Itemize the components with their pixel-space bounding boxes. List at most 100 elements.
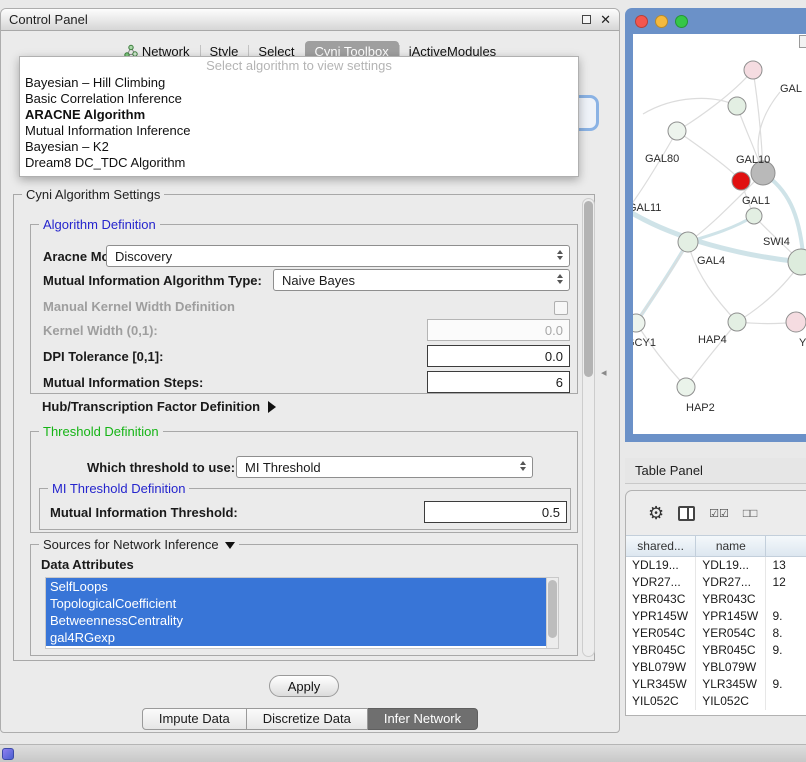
table-cell: YPR145W — [696, 608, 766, 625]
attribute-item-topologicalcoefficient[interactable]: TopologicalCoefficient — [46, 595, 546, 612]
mi-threshold-label: Mutual Information Threshold: — [50, 505, 238, 520]
zoom-traffic-light-icon[interactable] — [675, 15, 688, 28]
mi-steps-input[interactable]: 6 — [427, 371, 570, 393]
network-node[interactable] — [728, 313, 746, 331]
table-toolbar: ⚙ ☑☑ □□ — [626, 491, 806, 535]
mi-type-select[interactable]: Naive Bayes — [273, 269, 570, 291]
network-node[interactable] — [678, 232, 698, 252]
table-row[interactable]: YBL079WYBL079W — [626, 659, 806, 676]
bottom-tab-discretize-data[interactable]: Discretize Data — [247, 708, 368, 730]
hub-definition-toggle[interactable]: Hub/Transcription Factor Definition — [42, 399, 276, 414]
data-attributes-list-container: SelfLoopsTopologicalCoefficientBetweenne… — [45, 577, 559, 649]
network-node[interactable] — [668, 122, 686, 140]
network-edge[interactable] — [633, 131, 677, 209]
bottom-tab-infer-network[interactable]: Infer Network — [368, 708, 478, 730]
network-node[interactable] — [732, 172, 750, 190]
select-all-checkboxes-icon[interactable]: ☑☑ — [709, 507, 729, 520]
network-graph[interactable]: GAL80GAL10GAL11GAL1SWI4GAL4GCY1HAP4HAP2G… — [633, 34, 806, 434]
network-edge[interactable] — [636, 323, 686, 387]
column-header-shared-[interactable]: shared... — [626, 535, 696, 557]
dpi-tolerance-input[interactable]: 0.0 — [427, 345, 570, 367]
manual-kernel-checkbox[interactable] — [554, 301, 568, 315]
deselect-all-checkboxes-icon[interactable]: □□ — [743, 506, 758, 520]
algorithm-option-aracne-algorithm[interactable]: ARACNE Algorithm — [20, 107, 578, 123]
sources-title[interactable]: Sources for Network Inference — [39, 537, 239, 552]
control-panel-titlebar[interactable]: Control Panel ✕ — [1, 9, 619, 31]
network-node[interactable] — [788, 249, 806, 275]
list-scrollbar[interactable] — [546, 578, 558, 648]
node-table: shared...name YDL19...YDL19...13YDR27...… — [626, 535, 806, 715]
node-label-swi4: SWI4 — [763, 236, 790, 248]
table-cell: 8. — [766, 625, 806, 642]
desktop: Control Panel ✕ NetworkStyleSelectCyni T… — [0, 0, 806, 762]
attribute-item-gal4rgexp[interactable]: gal4RGexp — [46, 629, 546, 646]
float-window-icon[interactable] — [582, 15, 591, 24]
settings-scrollbar[interactable] — [582, 198, 595, 657]
algorithm-option-bayesian-hill-climbing[interactable]: Bayesian – Hill Climbing — [20, 75, 578, 91]
mi-type-value: Naive Bayes — [282, 273, 355, 288]
minimized-window-icon[interactable] — [2, 748, 14, 760]
settings-scrollbar-thumb[interactable] — [584, 201, 593, 377]
kernel-width-label: Kernel Width (0,1): — [43, 323, 158, 338]
table-cell: 9. — [766, 642, 806, 659]
network-edge[interactable] — [686, 322, 737, 387]
columns-icon[interactable] — [678, 506, 695, 521]
table-row[interactable]: YDR27...YDR27...12 — [626, 574, 806, 591]
table-cell: 9. — [766, 608, 806, 625]
table-row[interactable]: YLR345WYLR345W9. — [626, 676, 806, 693]
table-row[interactable]: YIL052CYIL052C — [626, 693, 806, 710]
list-scrollbar-thumb[interactable] — [548, 580, 557, 638]
network-edge[interactable] — [688, 216, 754, 242]
column-header-2[interactable] — [766, 535, 806, 557]
gear-icon[interactable]: ⚙ — [648, 504, 664, 522]
panel-collapse-handle[interactable]: ◂ — [601, 366, 607, 379]
network-edge[interactable] — [688, 173, 763, 242]
mi-threshold-title: MI Threshold Definition — [48, 481, 189, 496]
node-label-gal80: GAL80 — [645, 153, 679, 165]
kernel-width-input: 0.0 — [427, 319, 570, 341]
table-row[interactable]: YBR043CYBR043C — [626, 591, 806, 608]
network-node[interactable] — [744, 61, 762, 79]
table-cell: YBR043C — [696, 591, 766, 608]
table-row[interactable]: YPR145WYPR145W9. — [626, 608, 806, 625]
algorithm-option-dream8-dc-tdc-algorithm[interactable]: Dream8 DC_TDC Algorithm — [20, 155, 578, 171]
network-edge[interactable] — [643, 98, 737, 114]
table-row[interactable]: YBR045CYBR045C9. — [626, 642, 806, 659]
network-node[interactable] — [746, 208, 762, 224]
mi-threshold-input[interactable]: 0.5 — [424, 501, 567, 523]
node-label-y: Y — [799, 337, 806, 349]
attribute-item-betweennesscentrality[interactable]: BetweennessCentrality — [46, 612, 546, 629]
threshold-select[interactable]: MI Threshold — [236, 456, 533, 478]
algorithm-option-basic-correlation-inference[interactable]: Basic Correlation Inference — [20, 91, 578, 107]
table-row[interactable]: YDL19...YDL19...13 — [626, 557, 806, 574]
aracne-mode-select[interactable]: Discovery — [106, 245, 570, 267]
table-cell: YLR345W — [696, 676, 766, 693]
bottom-tab-impute-data[interactable]: Impute Data — [142, 708, 247, 730]
column-header-name[interactable]: name — [696, 535, 766, 557]
data-attributes-list: SelfLoopsTopologicalCoefficientBetweenne… — [46, 578, 558, 646]
threshold-definition-group: Threshold Definition Which threshold to … — [30, 431, 578, 533]
network-node[interactable] — [633, 314, 645, 332]
close-traffic-light-icon[interactable] — [635, 15, 648, 28]
network-canvas[interactable]: GAL80GAL10GAL11GAL1SWI4GAL4GCY1HAP4HAP2G… — [633, 34, 806, 434]
node-label-gal1: GAL1 — [742, 195, 770, 207]
node-label-hap2: HAP2 — [686, 402, 715, 414]
network-node[interactable] — [728, 97, 746, 115]
attribute-item-selfloops[interactable]: SelfLoops — [46, 578, 546, 595]
cyni-settings-title: Cyni Algorithm Settings — [22, 187, 164, 202]
table-cell: YBL079W — [626, 659, 696, 676]
algorithm-option-bayesian-k2[interactable]: Bayesian – K2 — [20, 139, 578, 155]
algorithm-popup: Select algorithm to view settings Bayesi… — [19, 56, 579, 177]
network-node[interactable] — [786, 312, 806, 332]
minimize-traffic-light-icon[interactable] — [655, 15, 668, 28]
network-node[interactable] — [677, 378, 695, 396]
network-edge[interactable] — [688, 242, 737, 322]
network-edge[interactable] — [677, 131, 741, 181]
apply-button[interactable]: Apply — [269, 675, 339, 697]
table-row[interactable]: YER054CYER054C8. — [626, 625, 806, 642]
window-controls — [635, 15, 688, 28]
close-icon[interactable]: ✕ — [600, 14, 611, 26]
table-panel-window: ⚙ ☑☑ □□ shared...name YDL19...YDL19...13… — [625, 490, 806, 716]
algorithm-option-mutual-information-inference[interactable]: Mutual Information Inference — [20, 123, 578, 139]
table-cell: 12 — [766, 574, 806, 591]
